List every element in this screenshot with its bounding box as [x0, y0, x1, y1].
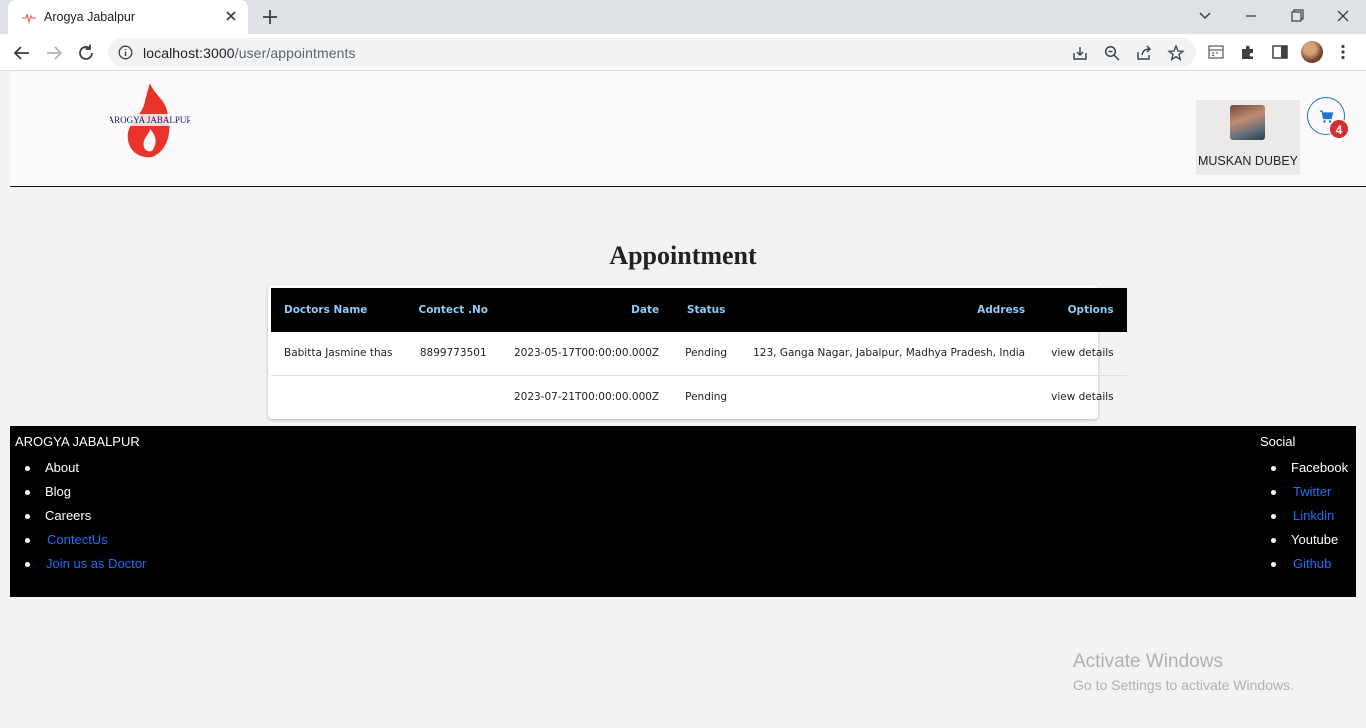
restore-icon[interactable]: [1285, 5, 1309, 27]
social-link-linkedin[interactable]: Linkdin: [1271, 504, 1348, 528]
new-tab-icon[interactable]: [260, 7, 280, 27]
view-details-link[interactable]: view details: [1038, 332, 1127, 376]
minimize-icon[interactable]: [1239, 5, 1263, 27]
user-profile-card[interactable]: MUSKAN DUBEY: [1196, 100, 1300, 175]
cart-count-badge: 4: [1329, 119, 1349, 139]
cell-doctor-name: [271, 375, 406, 418]
address-bar[interactable]: localhost:3000/user/appointments: [108, 38, 1196, 67]
browser-toolbar: localhost:3000/user/appointments: [0, 34, 1366, 71]
footer-link-join-doctor[interactable]: Join us as Doctor: [25, 552, 146, 576]
cell-contact: [406, 375, 501, 418]
url-host: localhost:3000: [143, 45, 235, 61]
column-header-contact: Contect .No: [418, 304, 488, 316]
user-name: MUSKAN DUBEY: [1197, 154, 1299, 168]
column-header-options: Options: [1067, 304, 1114, 316]
footer-social-links: Facebook Twitter Linkdin Youtube Github: [1271, 456, 1348, 576]
cart-button[interactable]: 4: [1307, 97, 1349, 139]
site-header: AROGYA JABALPUR MUSKAN DUBEY 4: [10, 71, 1366, 187]
column-header-status: Status: [686, 304, 726, 316]
column-header-address: Address: [977, 304, 1026, 316]
appointments-table-card: Doctors Name Contect .No Date Status Add…: [268, 285, 1127, 419]
close-window-icon[interactable]: [1331, 5, 1355, 27]
activate-windows-watermark: Activate Windows Go to Settings to activ…: [1073, 651, 1294, 693]
tab-title: Arogya Jabalpur: [44, 10, 136, 24]
cell-status: Pending: [685, 390, 728, 403]
social-link-github[interactable]: Github: [1271, 552, 1348, 576]
forward-icon[interactable]: [43, 42, 65, 64]
address-url: localhost:3000/user/appointments: [143, 45, 356, 61]
cell-status: Pending: [672, 332, 741, 376]
cell-date: 2023-05-17T00:00:00.000Z: [500, 332, 673, 376]
table-header-row: Doctors Name Contect .No Date Status Add…: [271, 288, 1127, 332]
cell-date: 2023-07-21T00:00:00.000Z: [513, 390, 660, 403]
table-row: 2023-07-21T00:00:00.000Z Pending view de…: [271, 375, 1127, 418]
footer-link-blog[interactable]: Blog: [25, 480, 146, 504]
bookmark-star-icon[interactable]: [1167, 44, 1185, 62]
footer-brand: AROGYA JABALPUR: [15, 434, 140, 449]
side-panel-icon[interactable]: [1271, 43, 1289, 61]
cell-contact: 8899773501: [405, 332, 501, 376]
watermark-line1: Activate Windows: [1073, 651, 1223, 672]
view-details-link[interactable]: view details: [1038, 375, 1127, 418]
site-footer: AROGYA JABALPUR About Blog Careers Conte…: [10, 426, 1356, 597]
page: AROGYA JABALPUR MUSKAN DUBEY 4 Appointme…: [0, 71, 1366, 728]
column-header-date: Date: [631, 304, 660, 316]
share-icon[interactable]: [1135, 44, 1153, 62]
calendar-extension-icon[interactable]: [1207, 43, 1225, 61]
arogya-logo[interactable]: AROGYA JABALPUR: [110, 81, 190, 159]
tab-favicon-icon: [22, 13, 36, 24]
profile-avatar[interactable]: [1301, 41, 1323, 63]
social-link-twitter[interactable]: Twitter: [1271, 480, 1348, 504]
reload-icon[interactable]: [75, 42, 97, 64]
browser-tabstrip: Arogya Jabalpur: [0, 0, 1366, 34]
appointments-table: Doctors Name Contect .No Date Status Add…: [271, 288, 1127, 418]
logo-text: AROGYA JABALPUR: [110, 115, 190, 125]
column-header-doctor: Doctors Name: [284, 304, 368, 316]
user-avatar: [1230, 105, 1265, 140]
footer-link-careers[interactable]: Careers: [25, 504, 146, 528]
tab-close-icon[interactable]: [222, 7, 240, 25]
tab-search-chevron-icon[interactable]: [1193, 5, 1217, 27]
cell-address: 123, Ganga Nagar, Jabalpur, Madhya Prade…: [740, 332, 1039, 376]
social-link-facebook[interactable]: Facebook: [1271, 456, 1348, 480]
browser-tab[interactable]: Arogya Jabalpur: [8, 0, 248, 34]
watermark-line2: Go to Settings to activate Windows.: [1073, 677, 1294, 693]
url-path: /user/appointments: [234, 45, 356, 61]
table-row: Babitta Jasmine thas 8899773501 2023-05-…: [271, 332, 1127, 376]
social-link-youtube[interactable]: Youtube: [1271, 528, 1348, 552]
cell-address: [740, 375, 1038, 418]
site-info-icon[interactable]: [118, 45, 133, 60]
footer-link-about[interactable]: About: [25, 456, 146, 480]
extensions-puzzle-icon[interactable]: [1239, 43, 1257, 61]
zoom-icon[interactable]: [1103, 44, 1121, 62]
footer-link-contact[interactable]: ContectUs: [25, 528, 146, 552]
page-title: Appointment: [609, 241, 757, 270]
cell-doctor-name: Babitta Jasmine thas: [271, 332, 406, 376]
back-icon[interactable]: [11, 42, 33, 64]
footer-links: About Blog Careers ContectUs Join us as …: [25, 456, 146, 576]
install-app-icon[interactable]: [1071, 44, 1089, 62]
footer-social-heading: Social: [1260, 434, 1296, 449]
chrome-menu-icon[interactable]: [1334, 43, 1352, 61]
